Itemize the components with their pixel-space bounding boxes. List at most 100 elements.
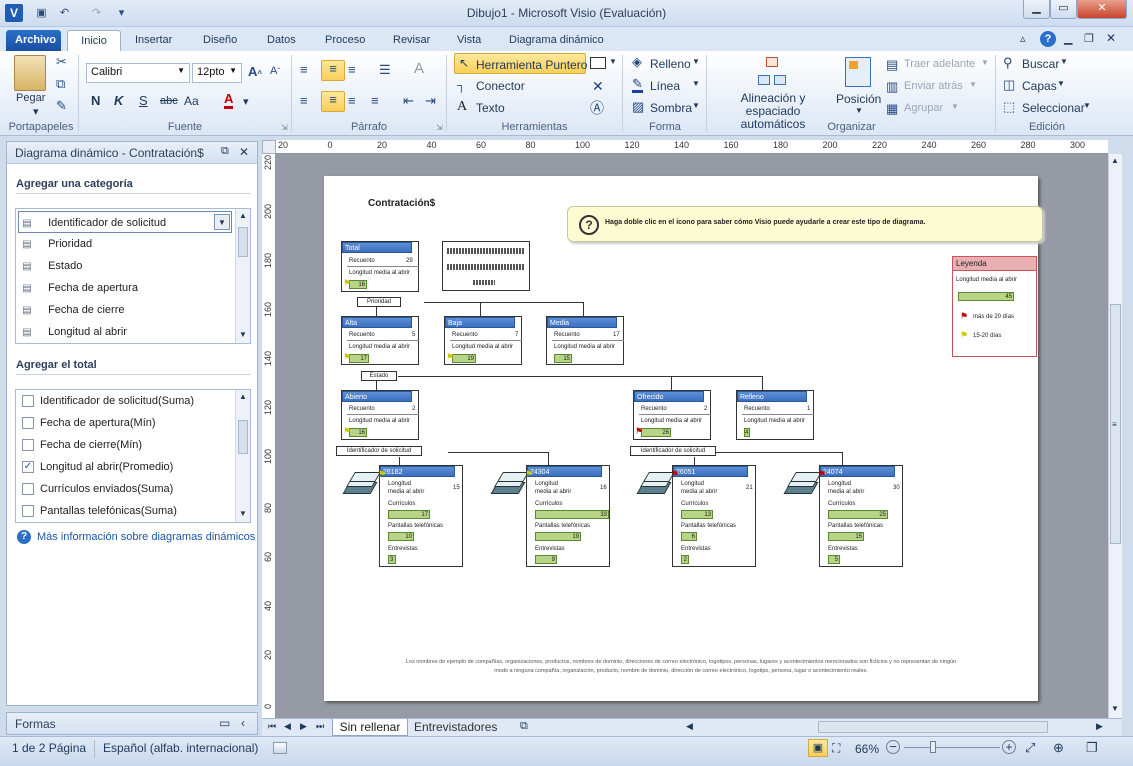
dialog-launcher-icon[interactable]: ⇲ (281, 123, 288, 132)
send-backward-icon[interactable]: ▥ (886, 79, 898, 95)
line-dropdown-icon[interactable]: ▼ (692, 79, 700, 88)
language-status[interactable]: Español (alfab. internacional) (103, 741, 258, 755)
position-icon[interactable] (845, 57, 871, 87)
total-list-scrollbar[interactable]: ▲ ▼ (235, 390, 250, 522)
connection-point-icon[interactable]: ✕ (592, 78, 604, 95)
list-item[interactable]: Fecha de cierre(Mín) (22, 434, 142, 456)
fill-button[interactable]: Relleno (650, 57, 691, 71)
insert-page-icon[interactable]: ⧉ (520, 720, 528, 733)
justify-icon[interactable]: ≡ (371, 93, 379, 108)
canvas-vertical-scrollbar[interactable]: ▲ ≡ ▼ (1108, 154, 1122, 718)
doc-minimize-icon[interactable]: ▁ (1064, 32, 1072, 45)
priority-node-baja[interactable]: Baja Recuento 7 Longitud media al abrir … (444, 316, 522, 365)
position-button[interactable]: Posición (836, 92, 881, 106)
checkbox[interactable] (22, 395, 34, 408)
category-label-estado[interactable]: Estado (361, 371, 397, 381)
bring-forward-icon[interactable]: ▤ (886, 57, 898, 73)
text-direction-icon[interactable]: A (414, 60, 424, 77)
group-button[interactable]: Agrupar (904, 102, 943, 114)
tab-insertar[interactable]: Insertar (126, 30, 181, 51)
scroll-up-icon[interactable]: ▲ (239, 392, 247, 401)
connector-tool-button[interactable]: Conector (476, 79, 525, 93)
status-node-ofrecido[interactable]: Ofrecido Recuento 2 Longitud media al ab… (633, 390, 711, 440)
help-icon[interactable]: ? (1040, 31, 1056, 47)
collapse-icon[interactable]: ‹ (241, 716, 245, 730)
paste-button[interactable]: Pegar (16, 92, 45, 104)
document-stack-icon[interactable] (783, 472, 822, 496)
list-item[interactable]: Currículos enviados(Suma) (22, 478, 173, 500)
status-node-relleno[interactable]: Relleno Recuento 1 Longitud media al abr… (736, 390, 814, 440)
document-stack-icon[interactable] (636, 472, 675, 496)
zoom-level[interactable]: 66% (855, 742, 879, 756)
scroll-down-icon[interactable]: ▼ (1111, 704, 1119, 713)
normal-view-icon[interactable]: ▣ (808, 739, 828, 757)
scroll-down-icon[interactable]: ▼ (239, 509, 247, 518)
tab-vista[interactable]: Vista (448, 30, 490, 51)
tab-proceso[interactable]: Proceso (316, 30, 374, 51)
tab-revisar[interactable]: Revisar (384, 30, 439, 51)
page-tab-sin-rellenar[interactable]: Sin rellenar (332, 719, 408, 736)
list-item[interactable]: ▤ Estado (19, 255, 82, 277)
drawing-canvas[interactable]: Contratación$ ? Haga doble clic en el ic… (276, 154, 1108, 718)
copy-icon[interactable]: ⧉ (56, 76, 65, 92)
list-item[interactable]: Pantallas telefónicas(Suma) (22, 500, 177, 522)
fill-dropdown-icon[interactable]: ▼ (692, 57, 700, 66)
bold-button[interactable]: N (91, 93, 100, 108)
underline-button[interactable]: S (139, 93, 148, 108)
next-page-icon[interactable]: ▶ (300, 721, 307, 732)
binoculars-icon[interactable]: ⚲ (1003, 55, 1013, 71)
category-list[interactable]: ▤ Identificador de solicitud ▼ ▤ Priorid… (15, 208, 251, 344)
shapes-pane-header[interactable]: Formas ▭ ‹ (6, 712, 258, 735)
font-name-combo[interactable]: Calibri ▼ (86, 63, 190, 83)
scroll-left-icon[interactable]: ◀ (686, 721, 693, 732)
zoom-in-icon[interactable]: + (1002, 740, 1016, 754)
change-case-button[interactable]: Aa (184, 94, 199, 108)
rectangle-tool-icon[interactable] (590, 57, 606, 69)
list-item[interactable]: ▤ Prioridad (19, 233, 92, 255)
total-node[interactable]: Total Recuento 29 Longitud media al abri… (341, 241, 419, 292)
grow-font-icon[interactable]: A^ (248, 64, 262, 79)
pan-zoom-icon[interactable]: ⊕ (1053, 740, 1064, 756)
select-dropdown-icon[interactable]: ▼ (1083, 101, 1091, 110)
font-color-icon[interactable]: A (224, 92, 234, 109)
shadow-button[interactable]: Sombra (650, 101, 692, 115)
send-backward-button[interactable]: Enviar atrás (904, 80, 963, 92)
font-color-dropdown-icon[interactable]: ▾ (243, 95, 249, 108)
page-count[interactable]: 1 de 2 Página (12, 741, 86, 755)
h-scroll-thumb[interactable] (818, 721, 1048, 733)
maximize-button[interactable]: ▭ (1050, 0, 1077, 19)
shrink-font-icon[interactable]: Aˇ (270, 65, 280, 77)
tab-inicio[interactable]: Inicio (67, 30, 121, 51)
pane-close-icon[interactable]: ✕ (239, 145, 249, 159)
checkbox[interactable] (22, 483, 34, 496)
minimize-button[interactable]: ▁ (1023, 0, 1050, 19)
bullets-icon[interactable]: ☰ (379, 62, 391, 78)
data-legend-placeholder[interactable] (442, 241, 530, 291)
priority-node-alta[interactable]: Alta Recuento 5 Longitud media al abrir … (341, 316, 419, 365)
minimize-ribbon-icon[interactable]: ▵ (1020, 32, 1026, 45)
fullscreen-icon[interactable]: ⛶ (832, 741, 840, 756)
chevron-down-icon[interactable]: ▼ (214, 214, 230, 230)
align-middle-icon[interactable]: ≡ (321, 60, 345, 81)
line-icon[interactable]: ✎ (632, 77, 643, 93)
find-button[interactable]: Buscar (1022, 57, 1059, 71)
scroll-down-icon[interactable]: ▼ (239, 330, 247, 339)
priority-node-media[interactable]: Media Recuento 17 Longitud media al abri… (546, 316, 624, 365)
select-icon[interactable]: ⬚ (1003, 99, 1015, 115)
zoom-out-icon[interactable]: − (886, 740, 900, 754)
paste-dropdown-icon[interactable]: ▾ (33, 105, 39, 118)
category-list-scrollbar[interactable]: ▲ ▼ (235, 209, 250, 343)
zoom-slider-track[interactable] (904, 747, 1000, 748)
doc-restore-icon[interactable]: ❐ (1084, 32, 1094, 45)
help-callout[interactable]: ? Haga doble clic en el icono para saber… (567, 206, 1043, 242)
list-item[interactable]: ▤ Fecha de cierre (19, 299, 124, 321)
align-bottom-icon[interactable]: ≡ (348, 62, 356, 77)
list-item[interactable]: Identificador de solicitud(Suma) (22, 390, 194, 412)
text-tool-button[interactable]: Texto (476, 101, 505, 115)
drawing-page[interactable]: Contratación$ ? Haga doble clic en el ic… (324, 176, 1043, 701)
scroll-up-icon[interactable]: ▲ (1111, 156, 1119, 165)
align-right-icon[interactable]: ≡ (348, 93, 356, 108)
close-button[interactable]: ✕ (1077, 0, 1127, 19)
tab-datos[interactable]: Datos (258, 30, 305, 51)
scroll-thumb[interactable] (238, 227, 248, 257)
